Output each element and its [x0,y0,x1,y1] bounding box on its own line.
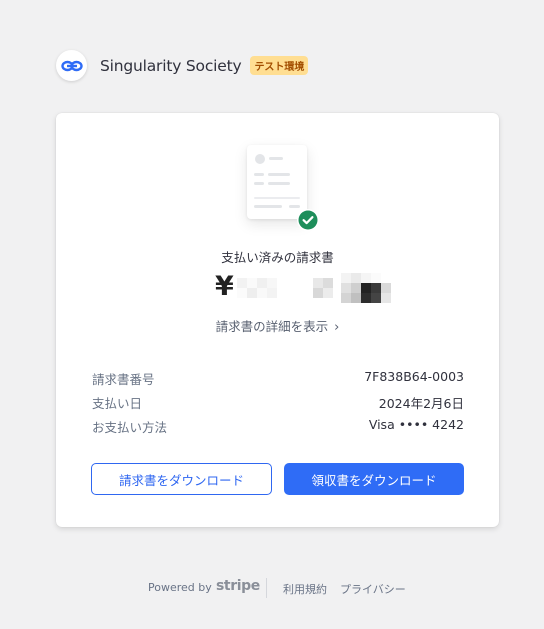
invoice-number-value: 7F838B64-0003 [364,369,464,384]
terms-link[interactable]: 利用規約 [283,581,327,597]
payment-method-value: Visa •••• 4242 [368,417,464,432]
merchant-logo [56,50,87,81]
merchant-header: Singularity Society テスト環境 [56,49,309,82]
payment-method-row: お支払い方法 Visa •••• 4242 [92,417,464,437]
invoice-status-title: 支払い済みの請求書 [221,250,334,265]
privacy-link[interactable]: プライバシー [340,581,406,597]
view-details-label: 請求書の詳細を表示 [215,319,329,334]
footer: Powered by stripe 利用規約 プライバシー [0,578,544,598]
invoice-number-label: 請求書番号 [92,372,155,387]
download-invoice-button[interactable]: 請求書をダウンロード [91,463,272,495]
payment-date-value: 2024年2月6日 [378,396,464,411]
footer-divider [266,578,267,598]
chevron-right-icon: › [334,320,340,335]
currency-symbol: ¥ [215,271,234,302]
merchant-name: Singularity Society [100,56,242,75]
infinity-logo-icon [60,60,83,71]
test-mode-badge: テスト環境 [250,56,309,75]
powered-by-text: Powered by [148,581,212,594]
payment-method-label: お支払い方法 [92,420,168,435]
check-circle-icon [297,209,319,231]
payment-date-label: 支払い日 [92,396,143,411]
invoice-document-icon [247,145,307,219]
download-receipt-button[interactable]: 領収書をダウンロード [284,463,464,495]
invoice-card: 支払い済みの請求書 ¥ 請求書の詳細を表示 › 請求書番号 7F838B64-0… [56,113,499,527]
payment-date-row: 支払い日 2024年2月6日 [92,393,464,413]
stripe-logo[interactable]: stripe [216,578,260,594]
view-invoice-details-link[interactable]: 請求書の詳細を表示 › [56,316,499,335]
invoice-number-row: 請求書番号 7F838B64-0003 [92,369,464,389]
